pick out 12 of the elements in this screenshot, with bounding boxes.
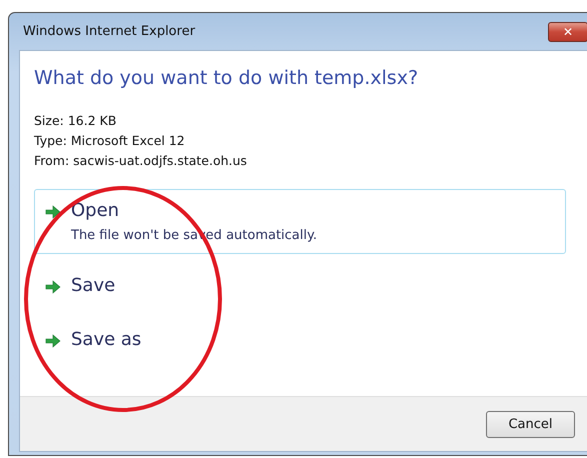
arrow-icon bbox=[45, 280, 61, 294]
arrow-icon bbox=[45, 205, 61, 219]
file-detail: Size: 16.2 KB bbox=[34, 112, 116, 130]
dialog-question: What do you want to do with temp.xlsx? bbox=[34, 67, 418, 89]
window-title: Windows Internet Explorer bbox=[23, 24, 196, 39]
close-button[interactable]: ✕ bbox=[548, 22, 587, 42]
command-option[interactable]: Save as bbox=[34, 318, 566, 362]
arrow-icon bbox=[45, 334, 61, 348]
command-option[interactable]: Save bbox=[34, 264, 566, 308]
file-detail: From: sacwis-uat.odjfs.state.oh.us bbox=[34, 152, 247, 170]
cancel-button[interactable]: Cancel bbox=[486, 410, 575, 438]
file-detail: Type: Microsoft Excel 12 bbox=[34, 132, 185, 150]
